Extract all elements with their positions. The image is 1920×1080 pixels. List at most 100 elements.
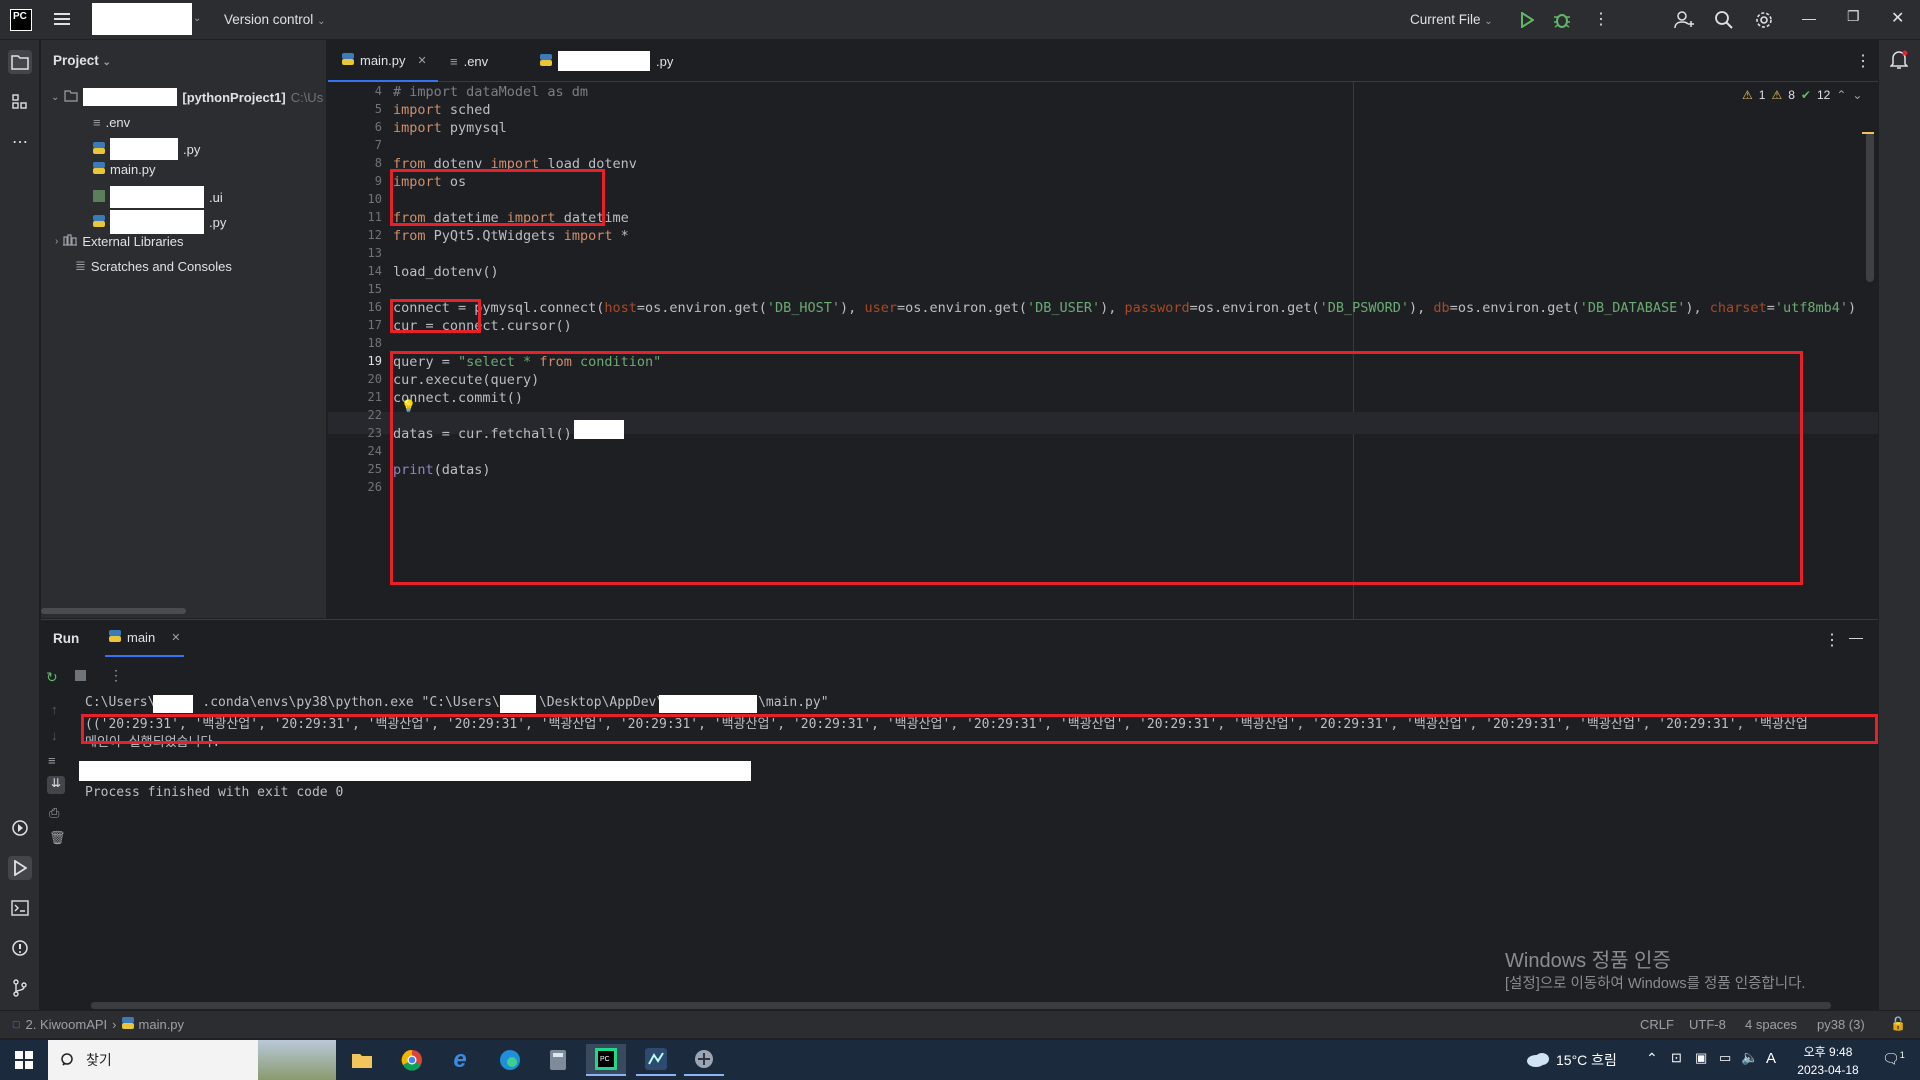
line-number[interactable]: 21 [328,390,382,404]
line-number[interactable]: 25 [328,462,382,476]
tray-overflow-chevron-icon[interactable]: ⌃ [1646,1050,1658,1067]
run-icon[interactable] [1520,12,1534,28]
more-tools-icon[interactable]: ⋯ [8,130,32,154]
project-tool-icon[interactable] [8,50,32,74]
indent-widget[interactable]: 4 spaces [1745,1017,1797,1032]
line-number[interactable]: 17 [328,318,382,332]
windows-start-icon[interactable] [4,1044,44,1076]
line-number[interactable]: 16 [328,300,382,314]
git-tool-icon[interactable] [8,976,32,1000]
line-number[interactable]: 15 [328,282,382,296]
line-number[interactable]: 24 [328,444,382,458]
encoding-widget[interactable]: UTF-8 [1689,1017,1726,1032]
tree-root-project[interactable]: ⌄ [pythonProject1] C:\Us [51,88,323,106]
restore-window-button[interactable]: ❐ [1847,8,1860,25]
project-horizontal-scrollbar[interactable] [41,608,186,614]
code-line[interactable]: connect = pymysql.connect(host=os.enviro… [393,300,1856,316]
tab-py[interactable]: .py [540,40,673,82]
weather-widget[interactable]: 15°C 흐림 [1526,1050,1617,1070]
services-tool-icon[interactable] [8,816,32,840]
search-icon[interactable] [1714,10,1734,30]
lock-icon[interactable]: 🔓 [1890,1016,1906,1032]
code-line[interactable]: load_dotenv() [393,264,499,280]
line-number[interactable]: 26 [328,480,382,494]
clock[interactable]: 오후 9:48 2023-04-18 [1796,1043,1860,1077]
tab-main-py[interactable]: main.py ✕ [328,40,438,82]
run-tool-icon[interactable] [8,856,32,880]
tree-file-py-1[interactable]: .py [93,138,200,160]
line-number[interactable]: 20 [328,372,382,386]
interpreter-widget[interactable]: py38 (3) [1817,1017,1865,1032]
tree-scratches[interactable]: ≣ Scratches and Consoles [75,258,232,274]
notification-center-icon[interactable]: 🗨1 [1882,1050,1905,1068]
breadcrumb-project[interactable]: 2. KiwoomAPI [26,1017,108,1032]
line-number[interactable]: 6 [328,120,382,134]
tree-external-libraries[interactable]: › External Libraries [55,234,184,249]
line-number[interactable]: 8 [328,156,382,170]
tray-app-icon[interactable]: ⊡ [1671,1050,1682,1066]
lightbulb-icon[interactable]: 💡 [401,399,416,413]
project-name-widget[interactable] [92,3,192,35]
version-control-menu[interactable]: Version control ⌄ [224,12,325,27]
console-horizontal-scrollbar[interactable] [91,1002,1831,1009]
calculator-icon[interactable] [538,1044,578,1076]
tab-env[interactable]: ≡ .env [450,40,488,82]
code-line[interactable]: from PyQt5.QtWidgets import * [393,228,629,244]
code-line[interactable]: # import dataModel as dm [393,84,588,100]
close-tab-icon[interactable]: ✕ [418,54,427,67]
ime-indicator[interactable]: A [1766,1050,1776,1067]
problems-tool-icon[interactable] [8,936,32,960]
line-number[interactable]: 12 [328,228,382,242]
tab-actions-more-icon[interactable]: ⋮ [1855,51,1871,71]
tree-file-ui[interactable]: .ui [93,186,223,208]
tree-file-py-2[interactable]: .py [93,210,226,234]
network-icon[interactable]: ▣ [1695,1050,1707,1066]
qt-designer-icon[interactable] [636,1044,676,1076]
structure-tool-icon[interactable] [8,90,32,114]
code-with-me-icon[interactable] [1674,10,1694,30]
project-panel-title[interactable]: Project ⌄ [53,53,111,68]
line-number[interactable]: 11 [328,210,382,224]
taskbar-search-box[interactable]: 찾기 [48,1040,336,1080]
search-icon [61,1053,73,1066]
settings-gear-icon[interactable] [1754,10,1774,30]
tree-file-env[interactable]: ≡ .env [93,115,130,130]
line-number[interactable]: 9 [328,174,382,188]
run-configuration-selector[interactable]: Current File ⌄ [1410,12,1493,27]
editor-vertical-scrollbar[interactable] [1866,132,1874,282]
line-number[interactable]: 18 [328,336,382,350]
line-number[interactable]: 4 [328,84,382,98]
line-number[interactable]: 22 [328,408,382,422]
line-number[interactable]: 23 [328,426,382,440]
app-taskbar-icon[interactable] [684,1044,724,1076]
internet-explorer-icon[interactable]: e [440,1044,480,1076]
line-number[interactable]: 13 [328,246,382,260]
activation-watermark-text: [설정]으로 이동하여 Windows를 정품 인증합니다. [1505,976,1806,992]
library-icon [63,234,78,249]
debug-icon[interactable] [1553,11,1571,29]
main-menu-icon[interactable] [54,11,72,27]
pycharm-taskbar-icon[interactable]: PC [586,1044,626,1076]
breadcrumb-file[interactable]: main.py [139,1017,185,1032]
line-number[interactable]: 14 [328,264,382,278]
edge-icon[interactable] [490,1044,530,1076]
battery-icon[interactable]: ▭ [1719,1050,1731,1066]
more-actions-icon[interactable]: ⋮ [1593,9,1609,29]
line-number[interactable]: 19 [328,354,382,368]
line-number[interactable]: 10 [328,192,382,206]
close-window-button[interactable]: ✕ [1891,8,1904,28]
tree-file-main-py[interactable]: main.py [93,162,156,177]
project-dropdown-chevron-icon[interactable]: ⌄ [193,13,201,24]
code-line[interactable]: import pymysql [393,120,507,136]
line-number[interactable]: 7 [328,138,382,152]
code-line[interactable]: import sched [393,102,491,118]
line-number[interactable]: 5 [328,102,382,116]
minimize-window-button[interactable]: — [1802,10,1816,26]
file-explorer-icon[interactable] [342,1044,382,1076]
line-separator-widget[interactable]: CRLF [1640,1017,1674,1032]
pycharm-logo-icon[interactable]: PC [10,9,32,31]
chrome-icon[interactable] [392,1044,432,1076]
notifications-bell-icon[interactable] [1890,50,1908,70]
terminal-tool-icon[interactable] [8,896,32,920]
volume-icon[interactable]: 🔈 [1741,1049,1758,1066]
